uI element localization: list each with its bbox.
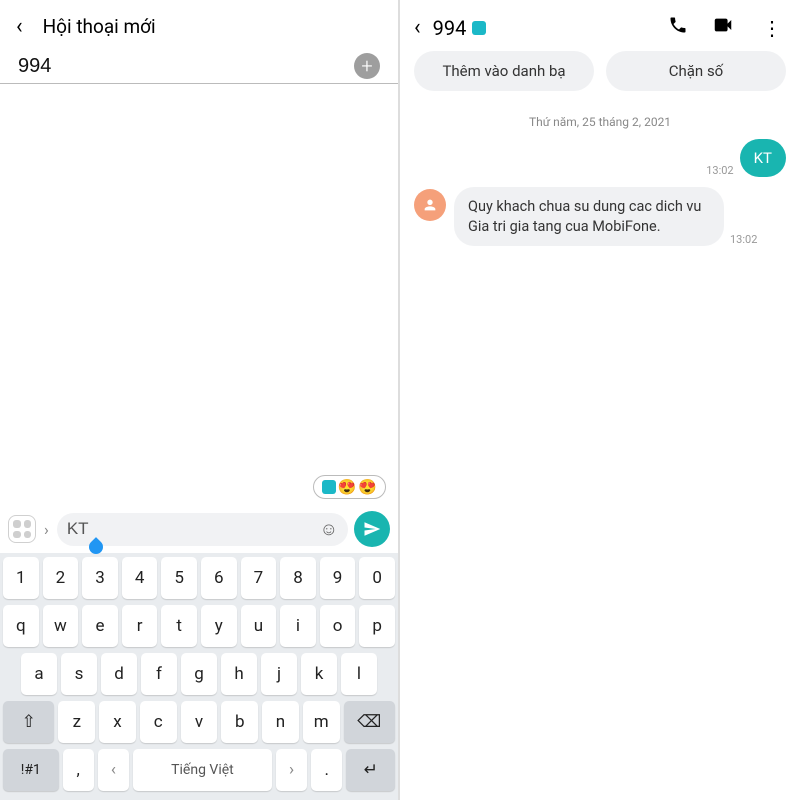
key-g[interactable]: g	[181, 653, 217, 695]
key-c[interactable]: c	[140, 701, 177, 743]
emoji-icon: 😍	[358, 478, 377, 496]
send-button[interactable]	[354, 511, 390, 547]
message-input[interactable]	[67, 519, 320, 539]
key-i[interactable]: i	[280, 605, 316, 647]
key-1[interactable]: 1	[3, 557, 39, 599]
message-time: 13:02	[706, 164, 733, 177]
conversation-screen: ‹ 994 ⋮ Thêm vào danh bạ Chặn số Thứ năm…	[400, 0, 800, 800]
key-s[interactable]: s	[61, 653, 97, 695]
key-v[interactable]: v	[181, 701, 218, 743]
apps-grid-icon[interactable]	[8, 515, 36, 543]
message-time: 13:02	[730, 233, 757, 246]
key-u[interactable]: u	[241, 605, 277, 647]
compose-row: › ☺	[0, 505, 398, 553]
key-l[interactable]: l	[341, 653, 377, 695]
title-text: 994	[433, 16, 467, 40]
key-3[interactable]: 3	[82, 557, 118, 599]
compose-screen: ‹ Hội thoại mới + 😍 😍 › ☺ 1234567890 qwe…	[0, 0, 400, 800]
more-icon[interactable]: ⋮	[752, 16, 786, 40]
key-j[interactable]: j	[261, 653, 297, 695]
avatar-icon[interactable]	[414, 189, 446, 221]
enter-key[interactable]: ↵	[346, 749, 395, 791]
recipient-input[interactable]	[18, 55, 354, 78]
key-m[interactable]: m	[303, 701, 340, 743]
key-a[interactable]: a	[21, 653, 57, 695]
expand-icon[interactable]: ›	[42, 520, 51, 539]
key-0[interactable]: 0	[359, 557, 395, 599]
key-t[interactable]: t	[161, 605, 197, 647]
gif-icon	[322, 480, 336, 494]
recipient-row: +	[0, 49, 398, 84]
comma-key[interactable]: ,	[63, 749, 94, 791]
message-bubble[interactable]: Quy khach chua su dung cac dich vu Gia t…	[454, 187, 724, 246]
key-4[interactable]: 4	[122, 557, 158, 599]
keyboard: 1234567890 qwertyuiop asdfghjkl ⇧ zxcvbn…	[0, 553, 398, 800]
keyboard-bottom-row: !#1 , ‹ Tiếng Việt › . ↵	[3, 749, 395, 791]
video-call-icon[interactable]	[706, 14, 740, 41]
sticker-icon[interactable]: ☺	[320, 519, 338, 540]
key-p[interactable]: p	[359, 605, 395, 647]
action-row: Thêm vào danh bạ Chặn số	[400, 51, 800, 101]
verified-badge-icon	[472, 21, 486, 35]
key-r[interactable]: r	[122, 605, 158, 647]
key-7[interactable]: 7	[241, 557, 277, 599]
date-label: Thứ năm, 25 tháng 2, 2021	[400, 101, 800, 139]
message-incoming: Quy khach chua su dung cac dich vu Gia t…	[414, 187, 757, 246]
key-y[interactable]: y	[201, 605, 237, 647]
key-2[interactable]: 2	[43, 557, 79, 599]
call-icon[interactable]	[662, 15, 694, 40]
add-recipient-button[interactable]: +	[354, 53, 380, 79]
symbols-key[interactable]: !#1	[3, 749, 59, 791]
key-d[interactable]: d	[101, 653, 137, 695]
emoji-suggestion-pill[interactable]: 😍 😍	[313, 475, 386, 499]
shift-key[interactable]: ⇧	[3, 701, 54, 743]
key-o[interactable]: o	[320, 605, 356, 647]
key-6[interactable]: 6	[201, 557, 237, 599]
block-button[interactable]: Chặn số	[606, 51, 786, 91]
key-b[interactable]: b	[221, 701, 258, 743]
back-icon[interactable]: ‹	[16, 14, 23, 39]
key-w[interactable]: w	[43, 605, 79, 647]
back-icon[interactable]: ‹	[414, 15, 421, 40]
key-e[interactable]: e	[82, 605, 118, 647]
conversation-title: 994	[433, 16, 650, 40]
key-q[interactable]: q	[3, 605, 39, 647]
header-left: ‹ Hội thoại mới	[0, 0, 398, 49]
page-title: Hội thoại mới	[43, 15, 156, 38]
key-n[interactable]: n	[262, 701, 299, 743]
backspace-key[interactable]: ⌫	[344, 701, 395, 743]
right-arrow-key[interactable]: ›	[276, 749, 307, 791]
key-h[interactable]: h	[221, 653, 257, 695]
add-contact-button[interactable]: Thêm vào danh bạ	[414, 51, 594, 91]
key-f[interactable]: f	[141, 653, 177, 695]
key-5[interactable]: 5	[161, 557, 197, 599]
left-arrow-key[interactable]: ‹	[98, 749, 129, 791]
message-outgoing: 13:02 KT	[706, 139, 786, 177]
dot-key[interactable]: .	[311, 749, 342, 791]
key-k[interactable]: k	[301, 653, 337, 695]
space-key[interactable]: Tiếng Việt	[133, 749, 272, 791]
key-x[interactable]: x	[99, 701, 136, 743]
message-bubble[interactable]: KT	[740, 139, 786, 177]
message-area: 😍 😍	[0, 88, 398, 505]
header-right: ‹ 994 ⋮	[400, 0, 800, 51]
key-z[interactable]: z	[58, 701, 95, 743]
emoji-icon: 😍	[338, 478, 357, 496]
compose-input-wrap: ☺	[57, 513, 348, 546]
key-8[interactable]: 8	[280, 557, 316, 599]
incoming-wrap: Quy khach chua su dung cac dich vu Gia t…	[454, 187, 757, 246]
key-9[interactable]: 9	[320, 557, 356, 599]
messages-list: 13:02 KT Quy khach chua su dung cac dich…	[400, 139, 800, 246]
